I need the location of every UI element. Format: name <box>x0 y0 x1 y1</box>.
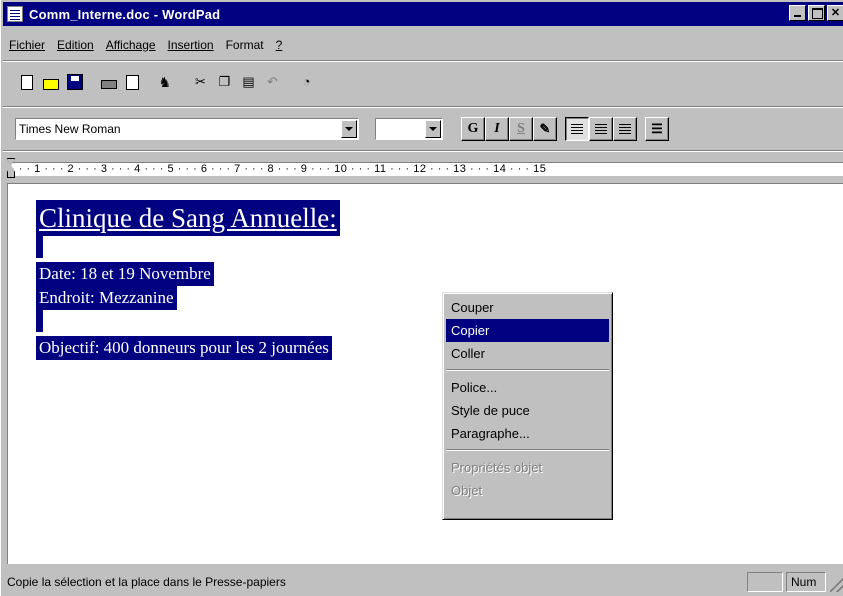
ruler-marks: · · · 1 · · · 2 · · · 3 · · · 4 · · · 5 … <box>11 163 547 175</box>
new-button[interactable] <box>15 70 38 94</box>
align-right-icon <box>619 124 631 134</box>
copy-icon: ❐ <box>218 74 231 89</box>
copy-button[interactable]: ❐ <box>213 70 236 94</box>
italic-label: I <box>494 121 500 136</box>
paste-button[interactable]: ▤ <box>237 70 260 94</box>
document-area[interactable]: Clinique de Sang Annuelle: Date: 18 et 1… <box>7 183 843 564</box>
menu-item-coller[interactable]: Coller <box>446 342 609 365</box>
bullet-list-icon: ☰ <box>651 121 663 136</box>
document-heading: Clinique de Sang Annuelle: <box>36 200 340 236</box>
toolbar-divider <box>3 60 843 62</box>
menu-item-paragraphe[interactable]: Paragraphe... <box>446 422 609 445</box>
menu-edition[interactable]: Edition <box>51 38 100 52</box>
menu-label: Format <box>225 38 264 52</box>
standard-toolbar: ♞ ✂ ❐ ▤ ↶ ◔ <box>15 67 319 97</box>
menu-item-style-de-puce[interactable]: Style de puce <box>446 399 609 422</box>
print-preview-icon <box>126 74 139 90</box>
ruler-divider <box>3 150 843 152</box>
save-button[interactable] <box>63 70 86 94</box>
align-center-icon <box>595 124 607 134</box>
chevron-down-icon[interactable] <box>341 120 357 138</box>
ruler[interactable]: · · · 1 · · · 2 · · · 3 · · · 4 · · · 5 … <box>3 155 843 181</box>
print-icon <box>100 80 117 89</box>
title-bar[interactable]: Comm_Interne.doc - WordPad ✕ <box>3 2 843 26</box>
window-controls: ✕ <box>787 5 843 21</box>
menu-fichier[interactable]: Fichier <box>3 38 51 52</box>
chevron-down-icon[interactable] <box>425 120 441 138</box>
font-size-combo[interactable] <box>375 118 443 140</box>
wordpad-window: Comm_Interne.doc - WordPad ✕ Fichier Edi… <box>0 0 843 596</box>
align-left-icon <box>571 124 583 134</box>
bold-button[interactable]: G <box>461 117 485 141</box>
undo-button[interactable]: ↶ <box>261 70 284 94</box>
menu-label: Affichage <box>105 38 156 52</box>
ruler-scale: · · · 1 · · · 2 · · · 3 · · · 4 · · · 5 … <box>11 162 843 176</box>
document-line-goal: Objectif: 400 donneurs pour les 2 journé… <box>36 336 332 360</box>
status-panel-caps <box>747 572 783 592</box>
status-panel-num: Num <box>786 572 826 592</box>
menu-separator <box>446 369 609 371</box>
menu-separator <box>446 449 609 451</box>
menu-label: ? <box>275 38 283 52</box>
menu-insertion[interactable]: Insertion <box>162 38 220 52</box>
menu-affichage[interactable]: Affichage <box>100 38 162 52</box>
date-time-icon: ◔ <box>302 74 311 89</box>
underline-button[interactable]: S <box>509 117 533 141</box>
font-name-value: Times New Roman <box>19 122 121 136</box>
align-left-button[interactable] <box>565 117 589 141</box>
minimize-button[interactable] <box>789 5 806 21</box>
indent-marker[interactable] <box>6 158 16 180</box>
cut-icon: ✂ <box>195 74 206 89</box>
document-line-place: Endroit: Mezzanine <box>36 286 177 310</box>
document-line-date: Date: 18 et 19 Novembre <box>36 262 214 286</box>
cut-button[interactable]: ✂ <box>189 70 212 94</box>
menu-item-proprietes-objet[interactable]: Propriétés objet <box>446 456 609 479</box>
formatbar-divider <box>3 106 843 108</box>
context-menu: Couper Copier Coller Police... Style de … <box>442 292 613 520</box>
italic-button[interactable]: I <box>485 117 509 141</box>
paste-icon: ▤ <box>242 74 255 89</box>
menu-bar: Fichier Edition Affichage Insertion Form… <box>3 34 288 56</box>
find-button[interactable]: ♞ <box>155 70 178 94</box>
status-bar: Copie la sélection et la place dans le P… <box>3 570 843 594</box>
undo-icon: ↶ <box>267 74 278 89</box>
menu-item-objet[interactable]: Objet <box>446 479 609 502</box>
font-name-combo[interactable]: Times New Roman <box>15 118 359 140</box>
palette-icon: ✎ <box>539 121 551 136</box>
format-toolbar: Times New Roman G I S ✎ ☰ <box>15 114 669 144</box>
menu-item-copier[interactable]: Copier <box>446 319 609 342</box>
new-icon <box>20 74 33 90</box>
menu-format[interactable]: Format <box>220 38 270 52</box>
print-preview-button[interactable] <box>121 70 144 94</box>
bold-label: G <box>467 121 479 136</box>
align-center-button[interactable] <box>589 117 613 141</box>
open-icon <box>42 78 59 90</box>
maximize-button[interactable] <box>808 5 825 21</box>
empty-line <box>36 310 43 332</box>
save-icon <box>66 74 83 90</box>
wordpad-document-icon[interactable] <box>7 6 23 22</box>
status-message: Copie la sélection et la place dans le P… <box>7 575 286 589</box>
bullets-button[interactable]: ☰ <box>645 117 669 141</box>
menu-item-police[interactable]: Police... <box>446 376 609 399</box>
menu-label: Insertion <box>167 38 214 52</box>
menu-label: Fichier <box>9 38 46 52</box>
color-button[interactable]: ✎ <box>533 117 557 141</box>
empty-line <box>36 236 43 258</box>
open-button[interactable] <box>39 70 62 94</box>
align-right-button[interactable] <box>613 117 637 141</box>
close-button[interactable]: ✕ <box>827 5 843 21</box>
document-content[interactable]: Clinique de Sang Annuelle: Date: 18 et 1… <box>36 200 340 360</box>
resize-grip-icon[interactable] <box>830 578 843 592</box>
date-time-button[interactable]: ◔ <box>295 70 318 94</box>
print-button[interactable] <box>97 70 120 94</box>
window-title: Comm_Interne.doc - WordPad <box>29 6 221 22</box>
menu-help[interactable]: ? <box>270 38 289 52</box>
find-icon: ♞ <box>158 74 172 90</box>
underline-label: S <box>517 121 525 136</box>
menu-label: Edition <box>57 38 94 52</box>
menu-item-couper[interactable]: Couper <box>446 296 609 319</box>
